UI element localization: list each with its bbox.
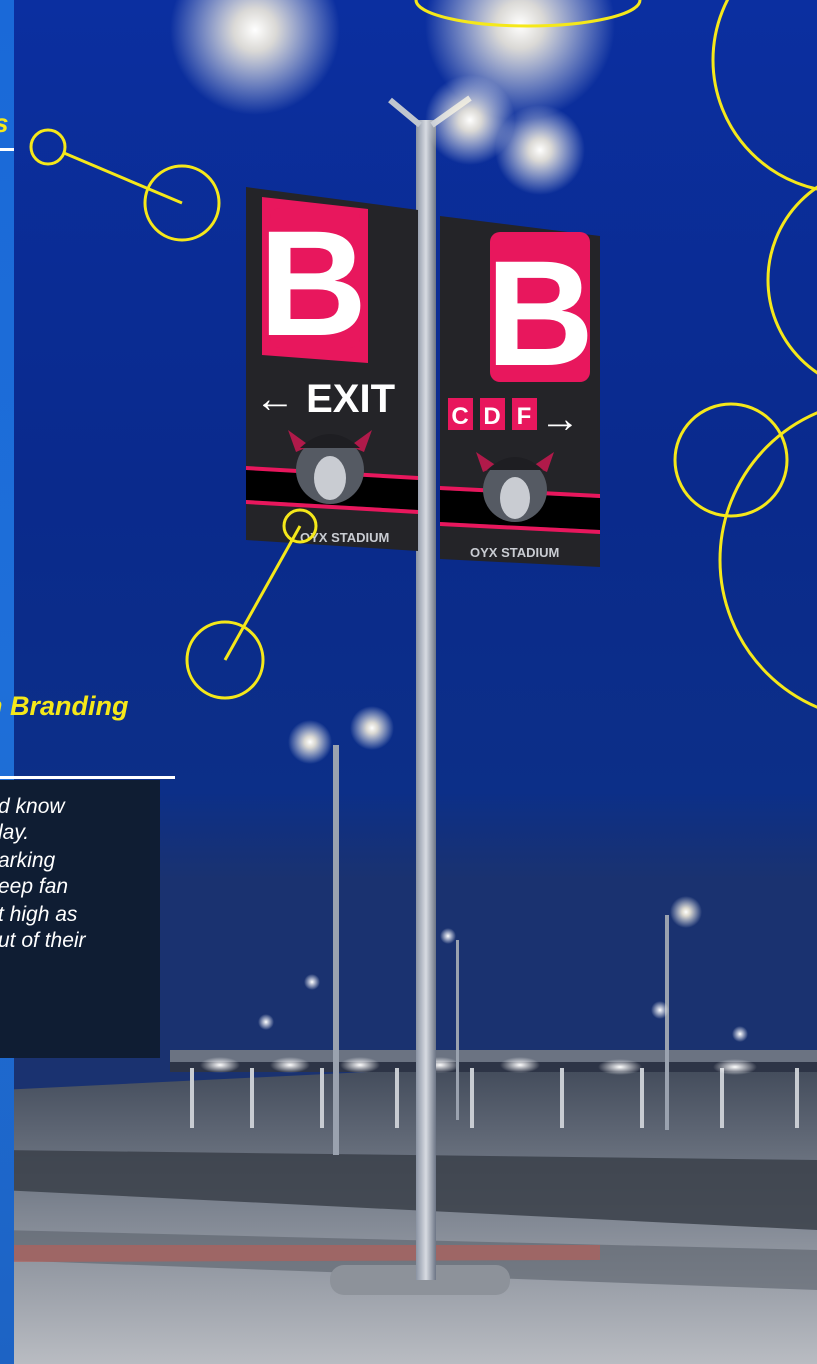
heading-top-underline [0, 148, 14, 151]
svg-text:F: F [517, 403, 532, 430]
left-edge-strip [0, 0, 14, 1364]
body-line: lay. [0, 821, 30, 844]
heading-top-partial: s [0, 108, 12, 138]
left-sign-exit: ← EXIT [255, 377, 395, 421]
right-sign-letter: B [486, 229, 594, 397]
body-text-panel: d know lay. arking eep fan t high as ut … [0, 780, 160, 1058]
left-banner-sign: B ← EXIT OYX STADIUM [246, 187, 418, 551]
body-line: eep fan [0, 875, 69, 898]
body-line: d know [0, 795, 65, 818]
svg-text:D: D [483, 403, 500, 430]
body-line: arking [0, 849, 56, 872]
heading-main-partial: n Branding [0, 688, 180, 724]
right-sign-footer: OYX STADIUM [470, 545, 559, 560]
photo-scene: B ← EXIT OYX STADIUM B C D F → OYX STADI… [0, 0, 817, 1364]
heading-top-text: s [0, 108, 12, 138]
heading-main-underline [0, 776, 175, 779]
right-banner-sign: B C D F → OYX STADIUM [440, 216, 600, 567]
body-line: t high as [0, 903, 78, 926]
right-sign-arrow: → [540, 397, 580, 441]
svg-text:C: C [451, 403, 468, 430]
parking-lot-photo: B ← EXIT OYX STADIUM B C D F → OYX STADI… [0, 0, 817, 1364]
body-line: ut of their [0, 929, 86, 952]
left-sign-letter: B [259, 199, 367, 367]
heading-main-text: n Branding [0, 691, 129, 721]
